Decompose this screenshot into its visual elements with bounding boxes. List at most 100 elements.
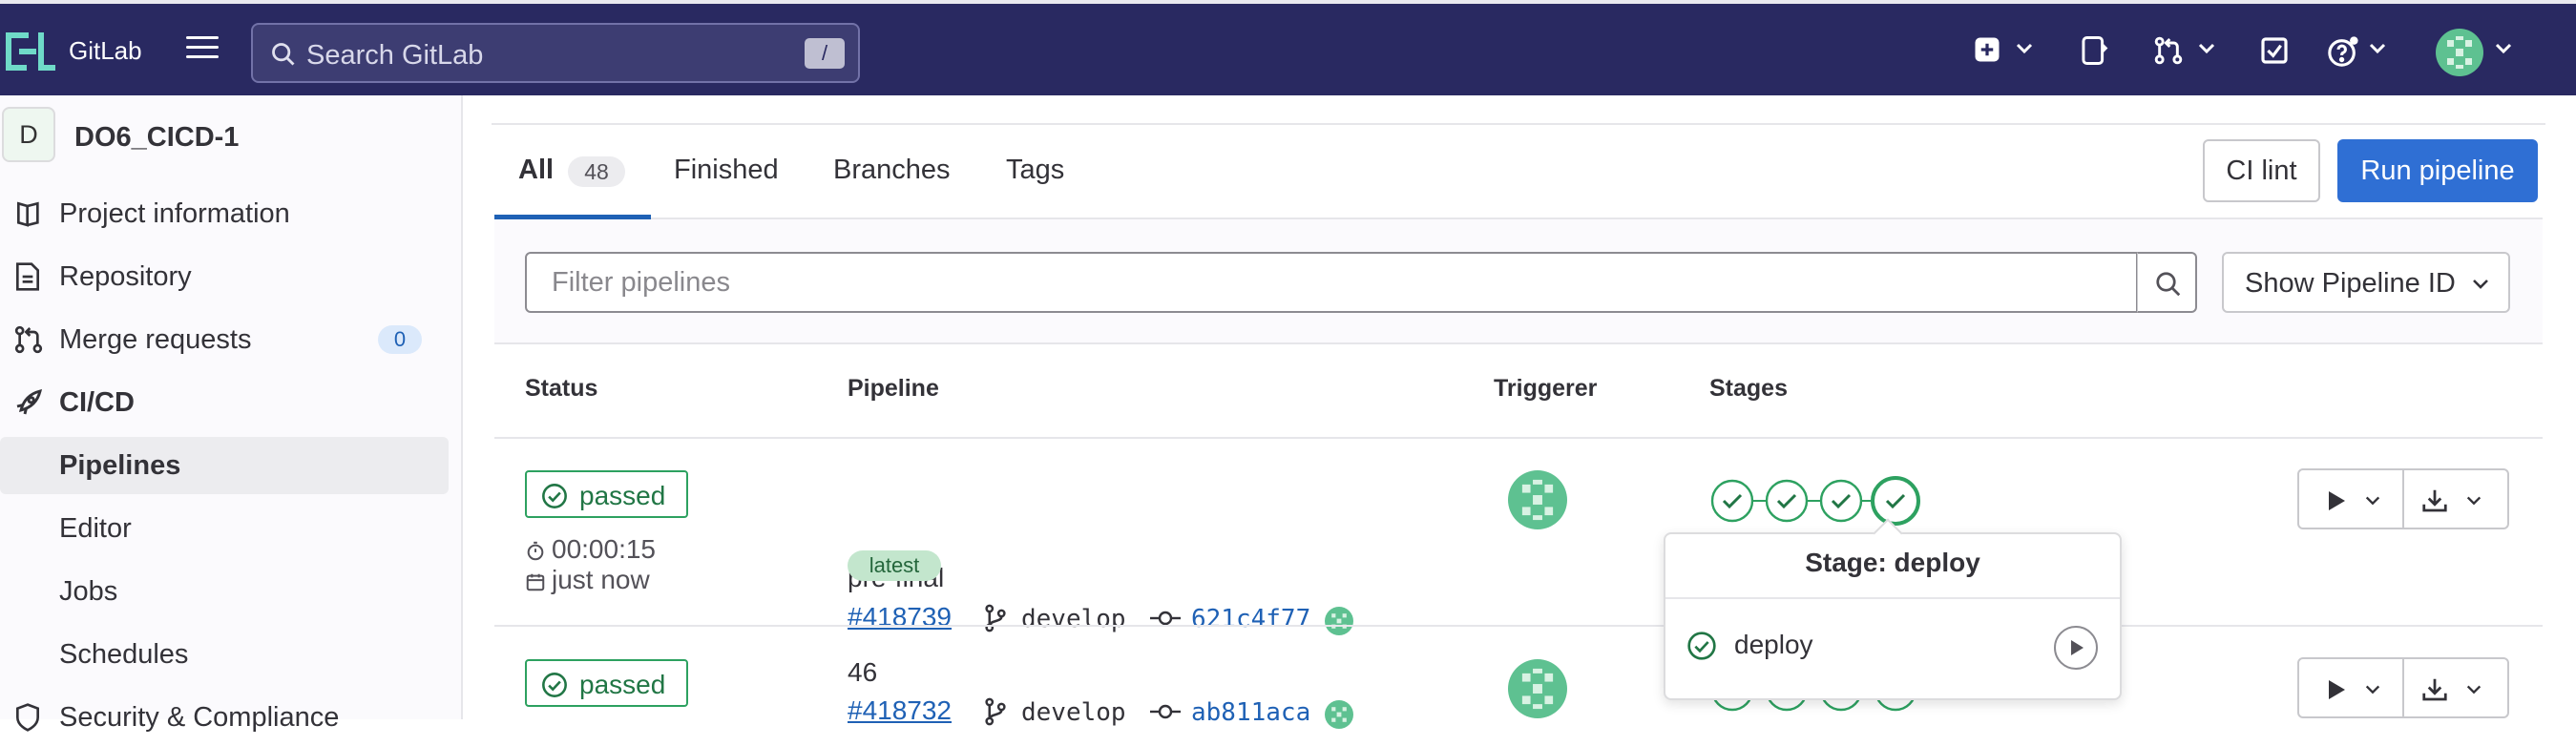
tab-finished[interactable]: Finished <box>674 155 779 186</box>
pipeline-id-link[interactable]: #418739 <box>848 602 952 632</box>
sidebar-item-label: Editor <box>59 513 132 544</box>
play-icon[interactable] <box>2326 489 2347 512</box>
success-status-icon <box>1687 632 1716 660</box>
chevron-down-icon[interactable] <box>2197 42 2216 55</box>
sidebar-item-security-compliance[interactable]: Security & Compliance <box>0 689 449 746</box>
sidebar-item-repository[interactable]: Repository <box>0 248 449 305</box>
calendar-icon <box>526 573 545 591</box>
pipeline-id-link[interactable]: #418732 <box>848 695 952 726</box>
commit-author-avatar[interactable] <box>1325 607 1353 635</box>
download-icon[interactable] <box>2420 675 2449 704</box>
branch-icon <box>985 697 1006 726</box>
status-badge[interactable]: passed <box>525 659 688 707</box>
chevron-down-icon <box>2473 280 2488 289</box>
tab-branches[interactable]: Branches <box>833 155 951 186</box>
merge-requests-count: 0 <box>378 325 422 354</box>
play-job-button[interactable] <box>2053 625 2099 671</box>
duration-value: 00:00:15 <box>552 534 656 564</box>
column-header-pipeline: Pipeline <box>848 375 939 402</box>
merge-request-icon[interactable] <box>2153 35 2184 66</box>
finished-value: just now <box>552 565 650 594</box>
chevron-down-icon[interactable] <box>2465 684 2482 695</box>
sidebar-item-merge-requests[interactable]: Merge requests 0 <box>0 311 449 368</box>
plus-square-icon[interactable] <box>1973 35 2001 64</box>
latest-badge: latest <box>848 550 941 581</box>
play-icon[interactable] <box>2326 678 2347 701</box>
branch-name[interactable]: develop <box>1021 605 1126 633</box>
success-status-icon <box>542 673 567 697</box>
popover-title: Stage: deploy <box>1805 548 1980 577</box>
todo-icon[interactable] <box>2259 35 2290 66</box>
column-header-triggerer: Triggerer <box>1494 375 1598 402</box>
chevron-down-icon[interactable] <box>2364 684 2381 695</box>
sidebar-item-label: Repository <box>59 261 192 292</box>
sidebar: D DO6_CICD-1 Project information Reposit… <box>0 95 463 733</box>
issues-icon[interactable] <box>2080 35 2108 66</box>
sidebar-item-label: Pipelines <box>59 450 181 481</box>
divider <box>494 437 2543 439</box>
search-shortcut-key: / <box>805 38 845 69</box>
tab-tags[interactable]: Tags <box>1006 155 1064 186</box>
search-placeholder: Search GitLab <box>306 40 484 71</box>
sidebar-item-pipelines[interactable]: Pipelines <box>0 437 449 494</box>
tab-all[interactable]: All <box>518 155 554 186</box>
triggerer-avatar[interactable] <box>1508 659 1567 718</box>
chevron-down-icon[interactable] <box>2015 42 2034 55</box>
sidebar-item-label: Schedules <box>59 639 189 670</box>
success-status-icon <box>542 484 567 508</box>
search-box[interactable]: Search GitLab / <box>251 23 860 83</box>
divider <box>1665 597 2120 599</box>
commit-sha-link[interactable]: ab811aca <box>1191 698 1310 727</box>
download-icon[interactable] <box>2420 487 2449 515</box>
chevron-down-icon[interactable] <box>2364 495 2381 507</box>
filter-pipelines-input[interactable]: Filter pipelines <box>525 252 2138 313</box>
job-name-link[interactable]: deploy <box>1734 630 1813 660</box>
ci-lint-button[interactable]: CI lint <box>2203 139 2320 202</box>
sidebar-item-project-information[interactable]: Project information <box>0 185 449 242</box>
chevron-down-icon[interactable] <box>2465 495 2482 507</box>
search-icon <box>2156 272 2181 297</box>
project-name[interactable]: DO6_CICD-1 <box>74 122 239 154</box>
user-avatar[interactable] <box>2436 29 2483 76</box>
run-pipeline-button[interactable]: Run pipeline <box>2337 139 2538 202</box>
status-badge[interactable]: passed <box>525 470 688 518</box>
divider <box>494 342 2543 344</box>
commit-author-avatar[interactable] <box>1325 700 1353 729</box>
divider <box>494 625 2543 627</box>
sidebar-item-schedules[interactable]: Schedules <box>0 626 449 683</box>
main-content: All 48 Finished Branches Tags CI lint Ru… <box>463 95 2576 729</box>
sidebar-item-editor[interactable]: Editor <box>0 500 449 557</box>
hamburger-icon[interactable] <box>186 36 219 61</box>
sidebar-item-label: Jobs <box>59 576 118 607</box>
tab-all-count: 48 <box>568 156 625 187</box>
branch-icon <box>985 604 1006 632</box>
brand-name[interactable]: GitLab <box>69 36 142 66</box>
sidebar-item-cicd[interactable]: CI/CD <box>0 374 449 431</box>
rocket-icon <box>16 388 43 415</box>
shield-icon <box>16 703 39 732</box>
stage-status-icon[interactable] <box>1709 475 1929 527</box>
pipeline-actions <box>2297 468 2509 529</box>
chevron-down-icon[interactable] <box>2368 42 2387 55</box>
timer-icon <box>527 541 544 560</box>
show-pipeline-id-label: Show Pipeline ID <box>2245 268 2456 299</box>
gitlab-logo-icon[interactable] <box>6 32 55 71</box>
project-avatar[interactable]: D <box>2 107 55 162</box>
triggerer-avatar[interactable] <box>1508 470 1567 529</box>
column-header-status: Status <box>525 375 598 402</box>
help-icon[interactable] <box>2327 35 2359 68</box>
project-info-icon <box>17 201 39 227</box>
pipeline-title[interactable]: 46 <box>848 657 877 688</box>
commit-sha-link[interactable]: 621c4f77 <box>1191 605 1310 633</box>
search-icon <box>272 43 295 66</box>
chevron-down-icon[interactable] <box>2494 42 2513 55</box>
sidebar-item-jobs[interactable]: Jobs <box>0 563 449 620</box>
merge-request-icon <box>14 325 43 354</box>
filter-search-button[interactable] <box>2137 252 2197 313</box>
show-pipeline-id-dropdown[interactable]: Show Pipeline ID <box>2222 252 2510 313</box>
branch-name[interactable]: develop <box>1021 698 1126 727</box>
repository-icon <box>16 262 39 291</box>
top-navbar: GitLab Search GitLab / <box>0 0 2576 95</box>
pipeline-actions <box>2297 657 2509 718</box>
divider <box>492 123 2545 125</box>
